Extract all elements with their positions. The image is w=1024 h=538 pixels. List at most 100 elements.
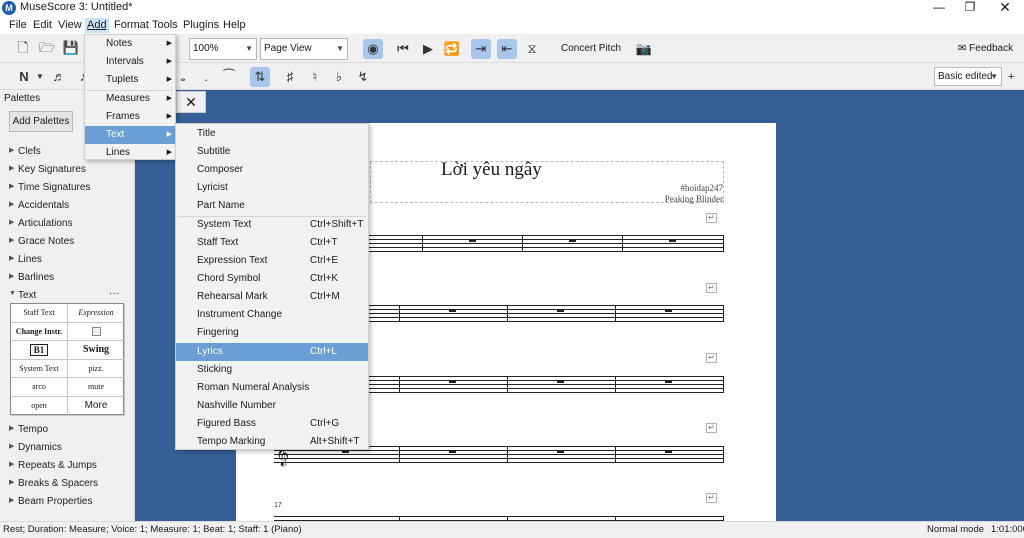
tie-icon[interactable]: ⁀ (219, 67, 239, 87)
flip-direction-icon[interactable]: ⇅ (250, 67, 270, 87)
loop-in-icon[interactable]: ⇥ (471, 39, 491, 59)
palette-lines[interactable]: ▶ Lines (9, 254, 42, 265)
palette-cell-empty-box[interactable] (68, 322, 125, 342)
text-menu-composer[interactable]: Composer (176, 161, 368, 179)
minimize-icon[interactable]: — (924, 0, 954, 16)
maximize-icon[interactable]: ❐ (955, 0, 985, 16)
text-menu-sticking[interactable]: Sticking (176, 361, 368, 379)
augmentation-dot-icon[interactable]: . (196, 67, 216, 87)
chevron-down-icon[interactable]: ▼ (30, 67, 50, 87)
palette-more-button[interactable]: More (68, 397, 125, 416)
palette-time-signatures[interactable]: ▶ Time Signatures (9, 182, 90, 193)
palette-cell-swing[interactable]: Swing (68, 341, 125, 360)
metronome-icon[interactable]: ⧖ (522, 39, 542, 59)
add-menu-notes[interactable]: Notes ▶ (85, 35, 175, 53)
palette-cell-mute[interactable]: mute (68, 378, 125, 397)
score-subtitle-line1[interactable]: #hoidap247 (681, 183, 724, 193)
menu-plugins[interactable]: Plugins (181, 18, 221, 33)
palette-key-signatures[interactable]: ▶ Key Signatures (9, 164, 86, 175)
loop-icon[interactable]: 🔁 (442, 39, 462, 59)
menu-add[interactable]: Add (85, 18, 109, 33)
palette-repeats-jumps[interactable]: ▶ Repeats & Jumps (9, 460, 97, 471)
concert-pitch-button[interactable]: Concert Pitch (561, 43, 621, 54)
loop-out-icon[interactable]: ⇤ (497, 39, 517, 59)
add-palettes-button[interactable]: Add Palettes (9, 111, 73, 132)
camera-icon[interactable]: 📷 (634, 39, 654, 59)
menu-edit[interactable]: Edit (31, 18, 54, 33)
score-subtitle-line2[interactable]: Peaking Blinder (665, 194, 723, 204)
text-menu-title[interactable]: Title (176, 125, 368, 143)
whole-note-icon[interactable]: 𝅝 (173, 67, 193, 87)
palette-beam-properties[interactable]: ▶ Beam Properties (9, 496, 92, 507)
menu-view[interactable]: View (56, 18, 84, 33)
add-menu-intervals[interactable]: Intervals ▶ (85, 53, 175, 71)
add-menu-lines[interactable]: Lines ▶ (85, 144, 175, 162)
close-icon[interactable]: ✕ (990, 0, 1020, 16)
text-menu-tempo-marking[interactable]: Tempo Marking Alt+Shift+T (176, 433, 368, 451)
palette-cell-rehearsal-b1[interactable]: B1 (11, 341, 68, 360)
sixteenth-note-icon[interactable]: ♬ (49, 67, 69, 87)
text-menu-lyrics[interactable]: Lyrics Ctrl+L (176, 343, 368, 361)
score-title[interactable]: Lời yêu ngây (441, 159, 542, 181)
status-position: 1:01:000 (991, 524, 1024, 535)
natural-icon[interactable]: ♮ (305, 67, 325, 87)
text-menu-staff-text[interactable]: Staff Text Ctrl+T (176, 234, 368, 252)
new-score-icon[interactable]: 🗋 (13, 38, 33, 58)
text-menu-expression-text[interactable]: Expression Text Ctrl+E (176, 252, 368, 270)
staff-system-2[interactable] (369, 305, 724, 322)
text-menu-lyricist[interactable]: Lyricist (176, 179, 368, 197)
add-menu-frames[interactable]: Frames ▶ (85, 108, 175, 126)
text-menu-subtitle[interactable]: Subtitle (176, 143, 368, 161)
menu-file[interactable]: File (7, 18, 29, 33)
palette-accidentals[interactable]: ▶ Accidentals (9, 200, 69, 211)
add-menu-text[interactable]: Text ▶ (85, 126, 175, 144)
chevron-right-icon: ▶ (9, 219, 15, 226)
feedback-button[interactable]: ✉ Feedback (958, 43, 1013, 54)
text-menu-fingering[interactable]: Fingering (176, 324, 368, 342)
zoom-select[interactable]: 100% ▼ (189, 38, 257, 60)
play-icon[interactable]: ▶ (418, 39, 438, 59)
workspace-select[interactable]: Basic edited ▼ (934, 67, 1002, 86)
menu-tools[interactable]: Tools (150, 18, 180, 33)
palette-cell-arco[interactable]: arco (11, 378, 68, 397)
staff-system-3[interactable] (369, 376, 724, 393)
flip-icon[interactable]: ↯ (353, 67, 373, 87)
text-menu-roman-numeral-analysis[interactable]: Roman Numeral Analysis (176, 379, 368, 397)
staff-system-1[interactable] (369, 235, 724, 252)
palette-dynamics[interactable]: ▶ Dynamics (9, 442, 62, 453)
palette-cell-pizz[interactable]: pizz. (68, 359, 125, 379)
palette-barlines[interactable]: ▶ Barlines (9, 272, 54, 283)
text-menu-nashville-number[interactable]: Nashville Number (176, 397, 368, 415)
palette-cell-open[interactable]: open (11, 397, 68, 416)
flat-icon[interactable]: ♭ (329, 67, 349, 87)
palette-cell-expression[interactable]: Expression (68, 304, 125, 323)
menu-help[interactable]: Help (221, 18, 248, 33)
text-menu-system-text[interactable]: System Text Ctrl+Shift+T (176, 216, 368, 234)
palette-clefs[interactable]: ▶ Clefs (9, 146, 41, 157)
text-menu-part-name[interactable]: Part Name (176, 197, 368, 215)
menu-format[interactable]: Format (112, 18, 151, 33)
palette-breaks-spacers[interactable]: ▶ Breaks & Spacers (9, 478, 98, 489)
palette-cell-staff-text[interactable]: Staff Text (11, 304, 68, 323)
text-menu-rehearsal-mark[interactable]: Rehearsal Mark Ctrl+M (176, 288, 368, 306)
palette-articulations[interactable]: ▶ Articulations (9, 218, 72, 229)
view-mode-select[interactable]: Page View ▼ (260, 38, 348, 60)
add-menu-tuplets[interactable]: Tuplets ▶ (85, 71, 175, 89)
palette-cell-change-instr[interactable]: Change Instr. (11, 322, 68, 342)
palette-more-icon[interactable]: ··· (109, 288, 119, 299)
add-menu-measures[interactable]: Measures ▶ (85, 90, 175, 108)
text-menu-figured-bass[interactable]: Figured Bass Ctrl+G (176, 415, 368, 433)
playback-settings-icon[interactable]: ◉ (363, 39, 383, 59)
palette-tempo[interactable]: ▶ Tempo (9, 424, 48, 435)
rewind-icon[interactable]: ⏮ (393, 39, 413, 59)
text-menu-chord-symbol[interactable]: Chord Symbol Ctrl+K (176, 270, 368, 288)
open-icon[interactable]: 🗁 (37, 38, 57, 58)
save-icon[interactable]: 💾 (61, 38, 81, 58)
palette-text[interactable]: ▼ Text (9, 290, 36, 301)
text-menu-instrument-change[interactable]: Instrument Change (176, 306, 368, 324)
palette-grace-notes[interactable]: ▶ Grace Notes (9, 236, 74, 247)
score-tab-close-icon[interactable]: ✕ (176, 91, 206, 113)
sharp-icon[interactable]: ♯ (280, 67, 300, 87)
add-workspace-button[interactable]: + (1008, 71, 1014, 83)
palette-cell-system-text[interactable]: System Text (11, 359, 68, 379)
